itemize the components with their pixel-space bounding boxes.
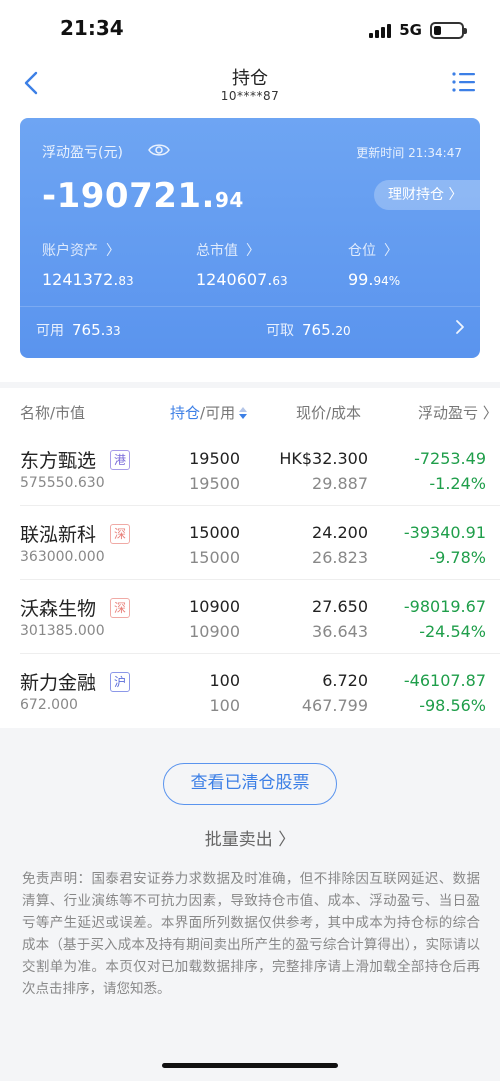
chevron-right-icon: 〉 [106, 243, 120, 259]
current-price: 27.650 [312, 597, 368, 616]
floating-pl-value: -190721.94 [42, 176, 244, 216]
account-assets-label: 账户资产 [42, 243, 98, 259]
market-badge: 深 [110, 598, 130, 618]
chevron-right-icon[interactable] [454, 318, 466, 336]
position-dec: 94% [373, 274, 401, 288]
market-badge: 深 [110, 524, 130, 544]
stock-name: 东方甄选 [20, 450, 97, 472]
stock-market-value: 575550.630 [20, 475, 105, 491]
withdrawable-funds: 可取 765.20 [266, 320, 351, 340]
available-qty: 100 [209, 696, 240, 715]
status-bar: 21:34 5G [0, 0, 500, 60]
holdings-table-header: 名称/市值 持仓/可用 现价/成本 浮动盈亏 〉 [0, 388, 500, 432]
status-time: 21:34 [60, 16, 124, 40]
holding-qty: 100 [209, 671, 240, 690]
account-assets-dec: 83 [118, 274, 134, 288]
floating-pl-label: 浮动盈亏(元) [42, 145, 123, 161]
chevron-right-icon: 〉 [482, 404, 498, 422]
table-row[interactable]: 联泓新科 深 363000.000 15000 15000 24.200 26.… [0, 506, 500, 580]
available-qty: 19500 [189, 474, 240, 493]
header-position-active: 持仓 [170, 404, 201, 422]
view-cleared-stocks-button[interactable]: 查看已清仓股票 [163, 763, 337, 805]
floating-pl: -46107.87 [403, 671, 486, 690]
floating-pl: -98019.67 [403, 597, 486, 616]
header-pl[interactable]: 浮动盈亏 〉 [418, 402, 498, 423]
table-row[interactable]: 沃森生物 深 301385.000 10900 10900 27.650 36.… [0, 580, 500, 654]
chevron-right-icon: 〉 [246, 243, 260, 259]
cost-price: 26.823 [312, 548, 368, 567]
market-badge: 港 [110, 450, 130, 470]
disclaimer-text: 免责声明：国泰君安证券力求数据及时准确，但不排除因互联网延迟、数据清算、行业演练… [22, 871, 480, 997]
available-label: 可用 [36, 323, 64, 339]
floating-pl-pct: -1.24% [429, 474, 486, 493]
available-qty: 10900 [189, 622, 240, 641]
holding-qty: 15000 [189, 523, 240, 542]
floating-pl-pct: -24.54% [419, 622, 486, 641]
cost-price: 29.887 [312, 474, 368, 493]
floating-pl-dec: 94 [214, 188, 244, 212]
header-pl-label: 浮动盈亏 [418, 404, 479, 422]
stock-name: 沃森生物 [20, 598, 97, 620]
sort-icon [239, 407, 248, 419]
withdrawable-int: 765. [302, 321, 336, 339]
holdings-list: 东方甄选 港 575550.630 19500 19500 HK$32.300 … [0, 432, 500, 728]
withdrawable-label: 可取 [266, 323, 294, 339]
home-indicator[interactable] [162, 1063, 338, 1068]
stock-name: 新力金融 [20, 672, 97, 694]
floating-pl-pct: -98.56% [419, 696, 486, 715]
account-assets-int: 1241372. [42, 270, 119, 289]
summary-card: 浮动盈亏(元) 更新时间 21:34:47 -190721.94 理财持仓 〉 … [20, 118, 480, 358]
cost-price: 467.799 [301, 696, 368, 715]
batch-sell-link[interactable]: 批量卖出 〉 [0, 825, 500, 850]
cost-price: 36.643 [312, 622, 368, 641]
current-price: HK$32.300 [279, 449, 368, 468]
page-title: 持仓 [232, 68, 268, 89]
update-time: 更新时间 21:34:47 [356, 146, 462, 160]
stock-market-value: 672.000 [20, 697, 78, 713]
holding-qty: 19500 [189, 449, 240, 468]
finance-holdings-button[interactable]: 理财持仓 〉 [374, 180, 480, 210]
stock-market-value: 363000.000 [20, 549, 105, 565]
floating-pl-int: -190721. [42, 176, 215, 216]
list-menu-icon[interactable] [450, 68, 478, 96]
status-indicators: 5G [369, 20, 467, 40]
card-divider [20, 306, 480, 307]
total-mv-dec: 63 [272, 274, 288, 288]
stock-market-value: 301385.000 [20, 623, 105, 639]
current-price: 6.720 [322, 671, 368, 690]
network-type: 5G [399, 21, 422, 39]
available-dec: 33 [105, 324, 121, 338]
floating-pl: -7253.49 [414, 449, 486, 468]
header-price[interactable]: 现价/成本 [296, 402, 361, 423]
position-label: 仓位 [348, 243, 376, 259]
available-qty: 15000 [189, 548, 240, 567]
floating-pl: -39340.91 [403, 523, 486, 542]
floating-pl-pct: -9.78% [429, 548, 486, 567]
available-int: 765. [72, 321, 106, 339]
position-ratio[interactable]: 仓位〉 99.94% [348, 240, 400, 289]
header-name[interactable]: 名称/市值 [20, 402, 85, 423]
table-row[interactable]: 东方甄选 港 575550.630 19500 19500 HK$32.300 … [0, 432, 500, 506]
chevron-right-icon: 〉 [384, 243, 398, 259]
header-position[interactable]: 持仓/可用 [170, 402, 248, 423]
header-position-available: /可用 [200, 404, 236, 422]
nav-bar: 持仓 10****87 [0, 60, 500, 110]
position-int: 99. [348, 270, 374, 289]
total-mv-label: 总市值 [196, 243, 238, 259]
total-mv-int: 1240607. [196, 270, 273, 289]
total-market-value[interactable]: 总市值〉 1240607.63 [196, 240, 288, 289]
holding-qty: 10900 [189, 597, 240, 616]
battery-icon [430, 21, 467, 39]
stock-name: 联泓新科 [20, 524, 97, 546]
withdrawable-dec: 20 [335, 324, 351, 338]
eye-icon[interactable] [148, 142, 170, 158]
account-assets[interactable]: 账户资产〉 1241372.83 [42, 240, 134, 289]
available-funds: 可用 765.33 [36, 320, 121, 340]
signal-icon [369, 22, 392, 38]
current-price: 24.200 [312, 523, 368, 542]
table-row[interactable]: 新力金融 沪 672.000 100 100 6.720 467.799 -46… [0, 654, 500, 728]
account-number: 10****87 [220, 89, 280, 103]
market-badge: 沪 [110, 672, 130, 692]
